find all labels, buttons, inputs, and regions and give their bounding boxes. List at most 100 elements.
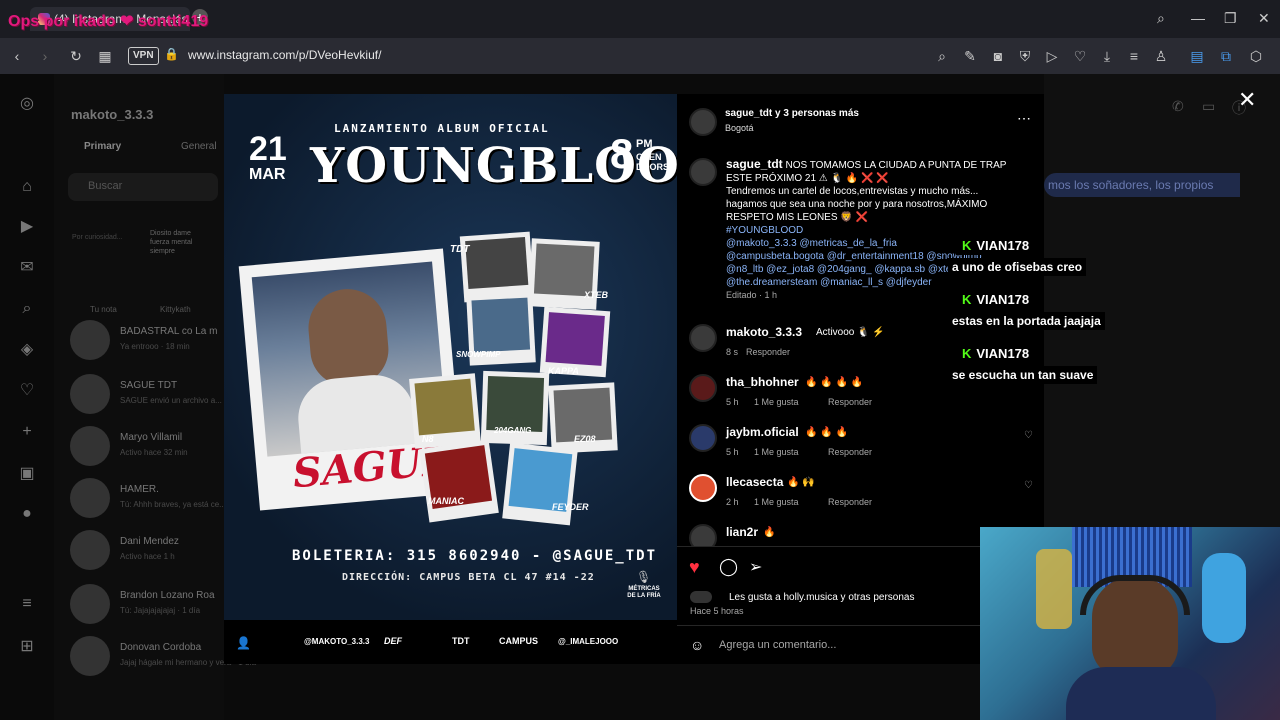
kick-icon: K xyxy=(962,346,972,361)
dm-row[interactable]: HAMER. Tú: Ahhh braves, ya está ce... xyxy=(70,478,230,522)
close-window-icon[interactable]: ✕ xyxy=(1258,10,1270,27)
caption-user[interactable]: sague_tdt xyxy=(726,157,783,171)
minimize-icon[interactable]: — xyxy=(1191,10,1205,26)
avatar xyxy=(70,584,110,624)
edit-icon[interactable]: ✎ xyxy=(961,47,979,65)
post-image[interactable]: 21 MAR LANZAMIENTO ALBUM OFICIAL YOUNGBL… xyxy=(224,94,677,664)
poster-date-month: MAR xyxy=(249,166,286,183)
more-options-icon[interactable]: ⋯ xyxy=(1017,110,1031,127)
dm-row-sub: Activo hace 1 h xyxy=(120,552,175,561)
comment-text: 🔥 🙌 xyxy=(787,477,815,488)
shield-icon[interactable]: ⛨ xyxy=(1016,47,1034,65)
reply-button[interactable]: Responder xyxy=(828,497,872,507)
create-icon[interactable]: + xyxy=(17,422,37,442)
dm-row[interactable]: Dani Mendez Activo hace 1 h xyxy=(70,530,230,574)
user-tag-icon[interactable]: 👤 xyxy=(236,636,251,650)
dm-row[interactable]: BADASTRAL co La m Ya entrooo · 18 min xyxy=(70,320,230,364)
avatar[interactable] xyxy=(689,324,717,352)
camera-icon[interactable]: ◙ xyxy=(989,47,1007,65)
search-icon[interactable]: ⌕ xyxy=(17,299,37,319)
comment-user[interactable]: makoto_3.3.3 xyxy=(726,325,802,339)
comment-likes[interactable]: 1 Me gusta xyxy=(754,447,799,457)
instagram-logo-icon[interactable]: ◎ xyxy=(17,94,37,114)
dm-search-input[interactable]: Buscar xyxy=(68,173,218,201)
notifications-heart-icon[interactable]: ♡ xyxy=(17,381,37,401)
caption-line: hagamos que sea una noche por y para nos… xyxy=(726,199,988,210)
likes-text[interactable]: Les gusta a holly.musica y otras persona… xyxy=(729,592,914,603)
post-location[interactable]: Bogotá xyxy=(725,123,754,133)
comment-like-icon[interactable]: ♡ xyxy=(1024,430,1033,441)
emoji-icon[interactable]: ☺ xyxy=(690,637,704,653)
more-menu-icon[interactable]: ≡ xyxy=(17,594,37,614)
dm-account-name[interactable]: makoto_3.3.3 xyxy=(71,107,153,122)
dashboard-icon[interactable]: ▣ xyxy=(17,464,37,484)
comment-icon[interactable]: ◯ xyxy=(719,557,738,577)
dm-row[interactable]: SAGUE TDT SAGUE envió un archivo a... xyxy=(70,374,230,418)
tabs-grid-icon[interactable]: ▦ xyxy=(96,47,114,65)
share-icon[interactable]: ➢ xyxy=(749,557,762,577)
chat-username: K VIAN178 xyxy=(956,345,1036,363)
reload-icon[interactable]: ↻ xyxy=(67,47,85,65)
avatar[interactable] xyxy=(689,158,717,186)
messages-icon[interactable]: ✉ xyxy=(17,258,37,278)
caption-mentions[interactable]: @makoto_3.3.3 @metricas_de_la_fria xyxy=(726,238,897,249)
poster-time: 8 xyxy=(610,130,634,177)
comment-user[interactable]: tha_bhohner xyxy=(726,375,799,389)
profile-avatar-icon[interactable]: ● xyxy=(17,504,37,524)
apps-icon[interactable]: ⊞ xyxy=(17,637,37,657)
comment-user[interactable]: jaybm.oficial xyxy=(726,425,799,439)
extensions-icon[interactable]: ⬡ xyxy=(1247,47,1265,65)
like-heart-icon[interactable]: ♥ xyxy=(689,557,700,578)
comment-likes[interactable]: 1 Me gusta xyxy=(754,397,799,407)
comment-user[interactable]: llecasecta xyxy=(726,475,783,489)
dm-row[interactable]: Maryo Villamil Activo hace 32 min xyxy=(70,426,230,470)
download-icon[interactable]: ⤓ xyxy=(1098,47,1116,65)
close-modal-icon[interactable]: ✕ xyxy=(1238,87,1256,113)
caption-line: ESTE PRÓXIMO 21 ⚠ 🐧 🔥 ❌ ❌ xyxy=(726,173,889,184)
post-header-user[interactable]: sague_tdt y 3 personas más xyxy=(725,108,859,119)
tab-primary[interactable]: Primary xyxy=(84,141,121,152)
explore-icon[interactable]: ◈ xyxy=(17,340,37,360)
lock-icon[interactable]: 🔒 xyxy=(164,47,179,61)
caption-line: Tendremos un cartel de locos,entrevistas… xyxy=(726,186,979,197)
comment-likes[interactable]: 1 Me gusta xyxy=(754,497,799,507)
tab-general[interactable]: General xyxy=(181,141,217,152)
dm-row[interactable]: Donovan Cordoba Jajaj hágale mi hermano y… xyxy=(70,636,256,680)
avatar[interactable] xyxy=(689,424,717,452)
restore-icon[interactable]: ❐ xyxy=(1224,10,1237,27)
comment-like-icon[interactable]: ♡ xyxy=(1024,480,1033,491)
back-icon[interactable]: ‹ xyxy=(8,47,26,65)
reply-button[interactable]: Responder xyxy=(746,347,790,357)
vpn-badge[interactable]: VPN xyxy=(128,47,159,65)
heart-icon[interactable]: ♡ xyxy=(1071,47,1089,65)
reply-button[interactable]: Responder xyxy=(828,397,872,407)
sidebar-icon[interactable]: ▤ xyxy=(1188,47,1206,65)
caption-hashtag[interactable]: #YOUNGBLOOD xyxy=(726,225,803,236)
reels-icon[interactable]: ▶ xyxy=(17,217,37,237)
reply-button[interactable]: Responder xyxy=(828,447,872,457)
play-icon[interactable]: ▷ xyxy=(1043,47,1061,65)
brand-item: CAMPUS xyxy=(499,636,539,646)
menu-icon[interactable]: ≡ xyxy=(1125,47,1143,65)
home-icon[interactable]: ⌂ xyxy=(17,177,37,197)
avatar[interactable] xyxy=(689,474,717,502)
phone-icon[interactable]: ✆ xyxy=(1172,98,1184,115)
profile-icon[interactable]: ♙ xyxy=(1152,47,1170,65)
search-icon[interactable]: ⌕ xyxy=(1157,10,1165,27)
forward-icon[interactable]: › xyxy=(36,47,54,65)
dm-row[interactable]: Brandon Lozano Roa Tú: Jajajajajajaj · 1 … xyxy=(70,584,230,628)
avatar[interactable] xyxy=(689,374,717,402)
comment-text: Activooo 🐧 ⚡ xyxy=(816,327,885,338)
caption-mentions[interactable]: @the.dreamersteam @maniac_ll_s @djfeyder xyxy=(726,277,932,288)
dm-row-name: Maryo Villamil xyxy=(120,432,183,443)
caption-mentions[interactable]: @campusbeta.bogota @dr_entertainment18 @… xyxy=(726,251,982,262)
video-icon[interactable]: ▭ xyxy=(1202,98,1215,115)
comment-input[interactable]: Agrega un comentario... xyxy=(719,639,836,651)
avatar[interactable] xyxy=(689,108,717,136)
translate-icon[interactable]: ⧉ xyxy=(1217,47,1235,65)
address-bar[interactable]: www.instagram.com/p/DVeoHevkiuf/ xyxy=(188,48,381,62)
comment-time: 2 h xyxy=(726,497,739,507)
comment-user[interactable]: lian2r xyxy=(726,525,758,539)
zoom-icon[interactable]: ⌕ xyxy=(933,47,951,65)
caption-mentions[interactable]: @n8_ltb @ez_jota8 @204gang_ @kappa.sb @x… xyxy=(726,264,957,275)
